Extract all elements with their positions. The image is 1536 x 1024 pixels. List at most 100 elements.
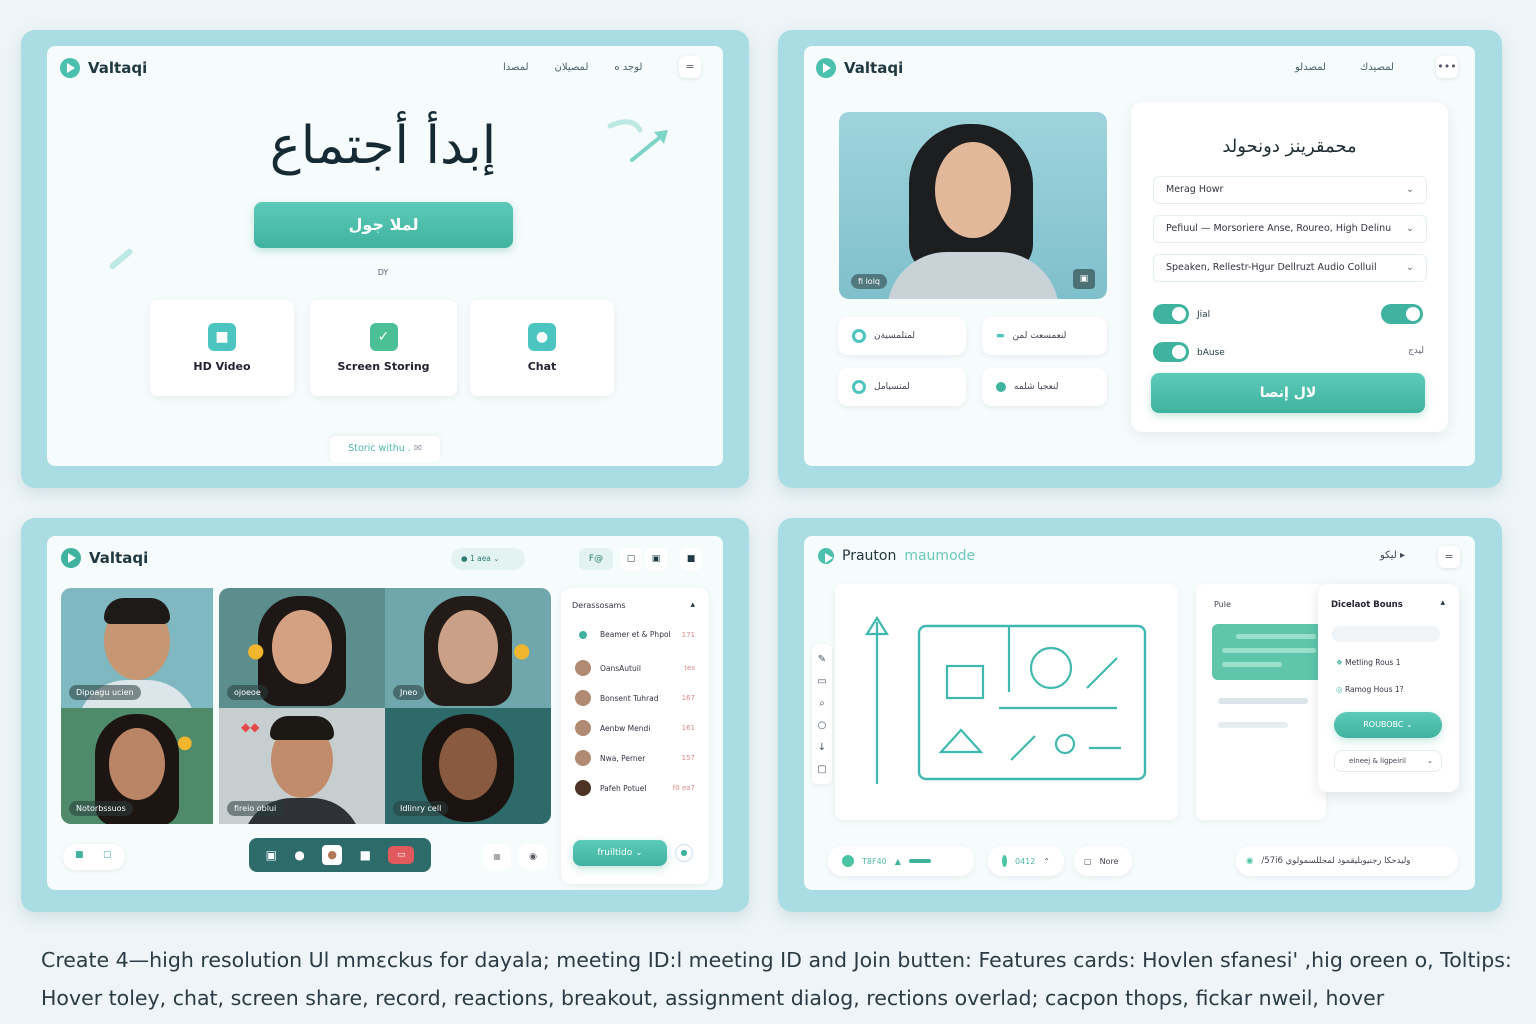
nav-item[interactable]: لمصيدك [1360, 62, 1394, 73]
room-row[interactable]: ❖ Metling Rous 1 [1336, 658, 1401, 667]
video-tile[interactable]: ● Jneo [385, 588, 551, 708]
assign-select[interactable]: elneej & ligpeiril ⌄ [1334, 750, 1442, 772]
meeting-card: Valtaqi ● 1 aea ⌄ F@ ▢ ▣ ■ Dipoagu ucien… [47, 536, 723, 890]
chip-label: لمتسيامل [874, 382, 910, 392]
assign-button[interactable]: ROUBOBC ⌄ [1334, 712, 1442, 738]
tile-label: fireio oblui [227, 801, 284, 816]
video-grid: Dipoagu ucien ● ojoeoe ● Jneo ● Notorbss… [61, 588, 551, 824]
logo[interactable]: Valtaqi [60, 58, 147, 78]
record-icon[interactable]: ▦ [483, 844, 511, 870]
logo[interactable]: Valtaqi [61, 548, 148, 568]
note-item[interactable] [1218, 722, 1288, 728]
avatar [575, 750, 591, 766]
audio-toggle-right[interactable] [1381, 304, 1423, 324]
video-icon: ■ [208, 323, 236, 351]
copy-icon[interactable]: ▢ [620, 548, 642, 570]
add-icon[interactable]: ● [675, 844, 693, 862]
participant-row[interactable]: Nwa, Perner 157 [575, 750, 695, 766]
grid-icon[interactable]: ▢ [103, 850, 112, 860]
participant-row[interactable]: Pafeh Potuel f0 ea7 [575, 780, 695, 796]
bottom-chip-id[interactable]: 0412 ⌃ [988, 846, 1064, 876]
pip-icon[interactable]: ▣ [1073, 269, 1095, 289]
select-value: Pefiuul — Morsoriere Anse, Roureo, High … [1166, 223, 1392, 234]
nav-item[interactable]: لوجد ه [614, 62, 642, 73]
participant-status: 161 [681, 724, 695, 732]
nav-item[interactable]: لمصيلان [555, 62, 589, 73]
logo-icon [816, 58, 836, 78]
status-badge[interactable]: ● 1 aea ⌄ [451, 548, 525, 570]
chat-icon[interactable]: ▭ [815, 676, 829, 690]
menu-icon[interactable]: = [1438, 546, 1460, 568]
avatar[interactable]: ● [322, 845, 343, 865]
feature-label: Screen Storing [337, 360, 430, 373]
participant-face [438, 610, 498, 684]
feature-card-screen-share[interactable]: ✓ Screen Storing [310, 300, 457, 396]
caption-bar: ◉ /57i6 وليدحكا رجنيوبليقمود لمجللسمولوي [1236, 846, 1458, 876]
search-input[interactable] [1332, 626, 1440, 642]
more-icon[interactable]: ••• [1436, 56, 1458, 78]
participant-row[interactable]: Aenbw Mendi 161 [575, 720, 695, 736]
nav-item[interactable]: لمصدلو [1295, 62, 1326, 73]
screen-share-icon[interactable]: ▣ [266, 848, 277, 862]
mute-toggle[interactable] [1153, 342, 1189, 362]
shape-icon[interactable]: ○ [815, 720, 829, 734]
logo[interactable]: Prauton maumode [818, 548, 975, 564]
room-row[interactable]: ◎ Ramog Hous 1? [1336, 685, 1404, 694]
speaker-select[interactable]: Speaken, Rellestr-Hgur Dellruzt Audio Co… [1153, 254, 1427, 282]
participant-row[interactable]: OansAutuil tes [575, 660, 695, 676]
feature-card-hd-video[interactable]: ■ HD Video [150, 300, 294, 396]
tile-label: Jneo [393, 685, 425, 700]
background-chip[interactable]: لنعجيا شلمه [982, 368, 1107, 406]
video-tile[interactable]: Idlinry cell [385, 708, 551, 824]
camera-select[interactable]: Merag Howr ⌄ [1153, 176, 1427, 204]
camera-icon[interactable]: ■ [75, 850, 84, 860]
end-call-icon[interactable]: ▭ [388, 846, 415, 864]
chip-label: لمتلمسيةن [874, 331, 916, 341]
video-toggle[interactable] [1153, 304, 1189, 324]
feature-card-chat[interactable]: ● Chat [470, 300, 614, 396]
join-now-button[interactable]: لال إنصا [1151, 373, 1425, 413]
arrow-decoration-icon [607, 119, 668, 162]
logo[interactable]: Valtaqi [816, 58, 903, 78]
participant-row[interactable]: Beamer et & Phpol 171 [575, 630, 695, 639]
bottom-chip-timer[interactable]: T8F40 ▲ [828, 846, 974, 876]
sort-icon[interactable]: ▴ [1440, 598, 1445, 608]
arrow-down-icon[interactable]: ↓ [815, 742, 829, 756]
user-icon: ▲ [894, 856, 901, 866]
participant-status: 167 [681, 694, 695, 702]
participant-row[interactable]: Bonsent Tuhrad 167 [575, 690, 695, 706]
nav-item[interactable]: لمصدا [503, 62, 529, 73]
camera-chip[interactable]: ▬ لنعمسعت لمن [982, 317, 1107, 355]
video-tile[interactable]: ● Notorbssuos [61, 708, 213, 824]
layout-button[interactable]: F@ [579, 548, 613, 570]
join-button[interactable]: لملا جول [254, 202, 513, 248]
mic-chip[interactable]: لمتلمسيةن [838, 317, 966, 355]
call-controls: ▣ ● ● ■ ▭ [249, 838, 431, 872]
pen-icon[interactable]: ✎ [815, 654, 829, 668]
select-value: Merag Howr [1166, 184, 1224, 195]
video-tile[interactable]: ● ojoeoe [219, 588, 385, 708]
mic-select[interactable]: Pefiuul — Morsoriere Anse, Roureo, High … [1153, 215, 1427, 243]
invite-button[interactable]: fruiltido ⌄ [573, 840, 667, 866]
mini-controls: ■ ▢ [63, 844, 125, 870]
participant-name: Nwa, Perner [600, 753, 646, 763]
language-selector[interactable]: ليكو ▸ [1380, 550, 1405, 561]
sort-icon[interactable]: ▴ [690, 600, 695, 610]
video-icon[interactable]: ■ [360, 848, 371, 862]
speaker-chip[interactable]: لمتسيامل [838, 368, 966, 406]
video-tile[interactable]: Dipoagu ucien [61, 588, 213, 708]
whiteboard-canvas[interactable] [835, 584, 1178, 820]
bottom-chip-notes[interactable]: ▢ Nore [1074, 846, 1132, 876]
screen-icon[interactable]: ▣ [645, 548, 667, 570]
chat-icon[interactable]: ■ [680, 548, 702, 570]
app-name: Valtaqi [88, 59, 148, 77]
note-item[interactable] [1218, 698, 1308, 704]
active-note[interactable] [1212, 624, 1326, 680]
menu-icon[interactable]: = [679, 56, 701, 78]
search-icon[interactable]: ⌕ [815, 698, 829, 712]
participant-name: Pafeh Potuel [600, 783, 647, 793]
mic-icon[interactable]: ● [294, 848, 304, 862]
square-icon[interactable]: ▢ [815, 764, 829, 778]
settings-icon[interactable]: ◉ [519, 844, 547, 870]
video-tile[interactable]: ◆◆ fireio oblui [219, 708, 385, 824]
